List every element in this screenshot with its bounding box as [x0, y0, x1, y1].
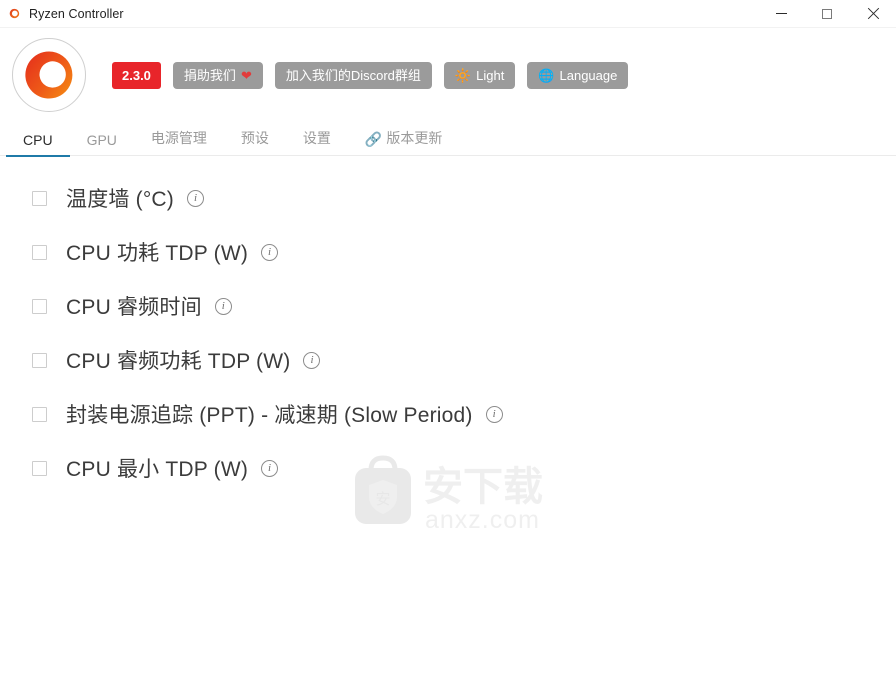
title-bar: Ryzen Controller: [0, 0, 896, 28]
tab-presets[interactable]: 预设: [224, 128, 286, 156]
tab-settings-label: 设置: [302, 130, 331, 146]
option-row-cpu-tdp: CPU 功耗 TDP (W) i: [0, 232, 896, 272]
minimize-button[interactable]: [758, 0, 804, 28]
info-icon-cpu-boost-tdp[interactable]: i: [303, 351, 321, 369]
globe-icon: 🌐: [538, 67, 555, 83]
maximize-button[interactable]: [804, 0, 850, 28]
badge-version-label: 2.3.0: [122, 67, 151, 83]
heart-icon: ❤: [240, 67, 252, 83]
svg-text:安: 安: [375, 491, 390, 508]
option-label-cpu-boost-time: CPU 睿频时间: [66, 296, 202, 319]
app-icon: [3, 3, 25, 25]
watermark-en-text: anxz.com: [425, 506, 540, 534]
maximize-icon: [822, 8, 832, 19]
tab-gpu[interactable]: GPU: [70, 132, 134, 156]
close-icon: [867, 8, 879, 20]
badge-version[interactable]: 2.3.0: [112, 61, 161, 89]
tab-settings[interactable]: 设置: [286, 128, 348, 156]
checkbox-temperature-wall[interactable]: [32, 190, 47, 206]
badge-language-label: Language: [559, 67, 618, 83]
tab-version-update-label: 版本更新: [386, 130, 443, 146]
badge-discord-label: 加入我们的Discord群组: [285, 67, 421, 83]
option-row-temperature-wall: 温度墙 (°C) i: [0, 178, 896, 218]
tab-presets-label: 预设: [240, 130, 269, 146]
tab-power-management-label: 电源管理: [150, 130, 207, 146]
link-icon: 🔗: [364, 131, 383, 147]
tab-cpu-label: CPU: [23, 132, 53, 148]
tab-power-management[interactable]: 电源管理: [134, 128, 224, 156]
tab-gpu-label: GPU: [86, 132, 117, 148]
tab-cpu[interactable]: CPU: [6, 132, 70, 157]
badge-theme-light[interactable]: 🔆 Light: [443, 61, 516, 89]
info-icon-cpu-min-tdp[interactable]: i: [261, 459, 279, 477]
badge-discord[interactable]: 加入我们的Discord群组: [274, 61, 432, 89]
close-button[interactable]: [850, 0, 896, 28]
checkbox-cpu-min-tdp[interactable]: [32, 460, 47, 476]
checkbox-cpu-boost-tdp[interactable]: [32, 352, 47, 368]
option-row-cpu-boost-time: CPU 睿频时间 i: [0, 286, 896, 326]
info-icon-cpu-tdp[interactable]: i: [261, 243, 279, 261]
tab-version-update[interactable]: 🔗 版本更新: [348, 128, 459, 156]
minimize-icon: [775, 13, 787, 14]
option-label-ppt-slow-period: 封装电源追踪 (PPT) - 减速期 (Slow Period): [66, 404, 473, 427]
option-row-cpu-min-tdp: CPU 最小 TDP (W) i: [0, 448, 896, 488]
sun-icon: 🔆: [454, 67, 472, 83]
option-label-cpu-tdp: CPU 功耗 TDP (W): [66, 242, 249, 265]
app-logo: [12, 38, 86, 112]
tab-bar: CPU GPU 电源管理 预设 设置 🔗 版本更新: [0, 122, 896, 157]
option-label-cpu-min-tdp: CPU 最小 TDP (W): [66, 458, 249, 481]
checkbox-cpu-boost-time[interactable]: [32, 298, 47, 314]
window-title: Ryzen Controller: [29, 6, 124, 21]
badge-donate-label: 捐助我们: [183, 67, 236, 83]
option-label-cpu-boost-tdp: CPU 睿频功耗 TDP (W): [66, 350, 291, 373]
checkbox-cpu-tdp[interactable]: [32, 244, 47, 260]
badge-theme-label: Light: [476, 67, 505, 83]
info-icon-temperature-wall[interactable]: i: [186, 189, 204, 207]
cpu-options-panel: 温度墙 (°C) i CPU 功耗 TDP (W) i CPU 睿频时间 i C…: [0, 156, 896, 663]
app-header: 2.3.0 捐助我们 ❤ 加入我们的Discord群组 🔆 Light 🌐 La…: [0, 28, 896, 122]
option-row-ppt-slow-period: 封装电源追踪 (PPT) - 减速期 (Slow Period) i: [0, 394, 896, 434]
option-row-cpu-boost-tdp: CPU 睿频功耗 TDP (W) i: [0, 340, 896, 380]
option-label-temperature-wall: 温度墙 (°C): [66, 188, 174, 211]
checkbox-ppt-slow-period[interactable]: [32, 406, 47, 422]
info-icon-ppt-slow-period[interactable]: i: [485, 405, 503, 423]
badge-language[interactable]: 🌐 Language: [527, 61, 629, 89]
info-icon-cpu-boost-time[interactable]: i: [214, 297, 232, 315]
header-badges: 2.3.0 捐助我们 ❤ 加入我们的Discord群组 🔆 Light 🌐 La…: [112, 61, 629, 89]
badge-donate[interactable]: 捐助我们 ❤: [172, 61, 263, 89]
